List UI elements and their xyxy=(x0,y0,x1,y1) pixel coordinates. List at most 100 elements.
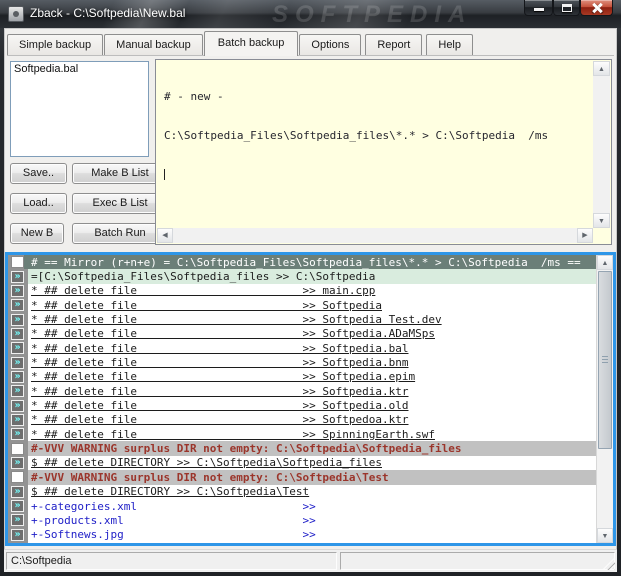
status-bar: C:\Softpedia xyxy=(4,549,617,572)
console-row[interactable]: » * ## delete file >> Softpedia.old xyxy=(8,398,596,412)
console-vertical-scrollbar[interactable]: ▲ ▼ xyxy=(596,255,613,543)
run-chevrons-icon: » xyxy=(11,485,24,498)
run-chevrons-icon: » xyxy=(11,428,24,441)
tab-help[interactable]: Help xyxy=(426,34,473,55)
tab-strip: Simple backup Manual backup Batch backup Op… xyxy=(7,31,614,56)
close-icon xyxy=(592,3,602,13)
run-chevrons-icon: » xyxy=(11,528,24,541)
tab-options[interactable]: Options xyxy=(299,34,362,55)
console-row-text: * ## delete file >> Softpedia.ktr xyxy=(31,384,409,398)
console-row[interactable]: » * ## delete file >> Softpedia xyxy=(8,298,596,312)
run-chevrons-icon: » xyxy=(11,500,24,513)
console-row-text: #-VVV WARNING surplus DIR not empty: C:\… xyxy=(31,442,462,456)
run-chevrons-icon: » xyxy=(11,342,24,355)
scrollbar-thumb[interactable] xyxy=(598,271,612,449)
maximize-button[interactable] xyxy=(553,0,580,16)
maximize-icon xyxy=(562,4,572,12)
new-b-button[interactable]: New B xyxy=(10,223,64,244)
batch-run-button[interactable]: Batch Run xyxy=(72,223,168,244)
blank-row-icon xyxy=(11,471,24,484)
console-row[interactable]: » * ## delete file >> Softpedia.ADaMSps xyxy=(8,327,596,341)
status-secondary xyxy=(340,552,615,570)
console-row-text: * ## delete file >> Softpedia.ADaMSps xyxy=(31,327,435,341)
console-row-text: * ## delete file >> Softpedia Test.dev xyxy=(31,313,442,327)
console-row-text: $ ## delete DIRECTORY >> C:\Softpedia\So… xyxy=(31,456,382,470)
console-row[interactable]: » =[C:\Softpedia_Files\Softpedia_files >… xyxy=(8,269,596,284)
blank-row-icon xyxy=(11,256,24,269)
memo-vertical-scrollbar[interactable]: ▲ ▼ xyxy=(593,61,610,228)
console-row-text: * ## delete file >> SpinningEarth.swf xyxy=(31,427,435,441)
console-row[interactable]: » * ## delete file >> Softpedia.epim xyxy=(8,370,596,384)
console-row[interactable]: » +-Softnews.jpg >> xyxy=(8,528,596,542)
console-row[interactable]: » * ## delete file >> SpinningEarth.swf xyxy=(8,427,596,441)
window-controls xyxy=(524,0,613,16)
blank-row-icon xyxy=(11,442,24,455)
make-b-list-button[interactable]: Make B List xyxy=(72,163,168,184)
console-row-text: * ## delete file >> Softpedia.bnm xyxy=(31,356,409,370)
run-chevrons-icon: » xyxy=(11,284,24,297)
script-line: C:\Softpedia_Files\Softpedia_files\*.* >… xyxy=(164,129,549,142)
run-chevrons-icon: » xyxy=(11,356,24,369)
console-row-text: $ ## delete DIRECTORY >> C:\Softpedia\Te… xyxy=(31,485,310,499)
console-row[interactable]: » * ## delete file >> Softpedia.bnm xyxy=(8,355,596,369)
script-line: # - new - xyxy=(164,90,224,103)
window-title: Zback - C:\Softpedia\New.bal xyxy=(30,6,186,20)
console-row[interactable]: » * ## delete file >> main.cpp xyxy=(8,284,596,298)
list-item[interactable]: Softpedia.bal xyxy=(11,62,148,76)
run-chevrons-icon: » xyxy=(11,385,24,398)
exec-b-list-button[interactable]: Exec B List xyxy=(72,193,168,214)
run-chevrons-icon: » xyxy=(11,514,24,527)
tab-manual-backup[interactable]: Manual backup xyxy=(104,34,203,55)
app-icon xyxy=(8,6,24,22)
console-row[interactable]: » $ ## delete DIRECTORY >> C:\Softpedia\… xyxy=(8,456,596,470)
console-row[interactable]: #-VVV WARNING surplus DIR not empty: C:\… xyxy=(8,441,596,456)
console-row[interactable]: » * ## delete file >> Softpedia.ktr xyxy=(8,384,596,398)
console-row-text: +-categories.xml >> xyxy=(31,499,316,513)
save-button[interactable]: Save.. xyxy=(10,163,67,184)
tab-batch-backup[interactable]: Batch backup xyxy=(203,31,299,56)
batch-log-console: # == Mirror (r+n+e) = C:\Softpedia_Files… xyxy=(5,252,616,546)
console-row[interactable]: » +-categories.xml >> xyxy=(8,499,596,513)
run-chevrons-icon: » xyxy=(11,299,24,312)
scroll-down-icon[interactable]: ▼ xyxy=(593,213,610,228)
scroll-right-icon[interactable]: ▶ xyxy=(577,228,593,243)
status-path: C:\Softpedia xyxy=(6,552,337,570)
batch-script-editor: # - new - C:\Softpedia_Files\Softpedia_f… xyxy=(155,59,612,245)
close-button[interactable] xyxy=(580,0,613,16)
console-row-text: * ## delete file >> Softpedia.bal xyxy=(31,341,409,355)
run-chevrons-icon: » xyxy=(11,313,24,326)
console-row[interactable]: » * ## delete file >> Softpedia.bal xyxy=(8,341,596,355)
scroll-up-icon[interactable]: ▲ xyxy=(597,255,613,270)
console-row[interactable]: # == Mirror (r+n+e) = C:\Softpedia_Files… xyxy=(8,255,596,270)
console-row[interactable]: » +-products.xml >> xyxy=(8,513,596,527)
memo-horizontal-scrollbar[interactable]: ◀ ▶ xyxy=(157,228,593,243)
scroll-down-icon[interactable]: ▼ xyxy=(597,528,613,543)
softpedia-watermark: SOFTPEDIA xyxy=(272,1,473,28)
scroll-left-icon[interactable]: ◀ xyxy=(157,228,173,243)
console-row[interactable]: » * ## delete file >> Softpedia Test.dev xyxy=(8,312,596,326)
run-chevrons-icon: » xyxy=(11,370,24,383)
console-row[interactable]: » * ## delete file >> Softpedoa.ktr xyxy=(8,413,596,427)
run-chevrons-icon: » xyxy=(11,327,24,340)
title-bar: Zback - C:\Softpedia\New.bal SOFTPEDIA xyxy=(0,0,621,28)
console-row-text: * ## delete file >> main.cpp xyxy=(31,284,376,298)
load-button[interactable]: Load.. xyxy=(10,193,67,214)
batch-file-list[interactable]: Softpedia.bal xyxy=(10,61,149,157)
text-caret xyxy=(164,169,165,180)
scroll-up-icon[interactable]: ▲ xyxy=(593,61,610,76)
console-rows: # == Mirror (r+n+e) = C:\Softpedia_Files… xyxy=(8,255,596,543)
console-row-text: =[C:\Softpedia_Files\Softpedia_files >> … xyxy=(31,270,376,284)
script-text[interactable]: # - new - C:\Softpedia_Files\Softpedia_f… xyxy=(157,61,593,228)
run-chevrons-icon: » xyxy=(11,399,24,412)
minimize-button[interactable] xyxy=(524,0,553,16)
tab-report[interactable]: Report xyxy=(365,34,423,55)
console-row-text: * ## delete file >> Softpedia.epim xyxy=(31,370,416,384)
console-row-text: * ## delete file >> Softpedoa.ktr xyxy=(31,413,409,427)
console-row[interactable]: » $ ## delete DIRECTORY >> C:\Softpedia\… xyxy=(8,485,596,499)
console-row-text: +-products.xml >> xyxy=(31,513,316,527)
tab-simple-backup[interactable]: Simple backup xyxy=(7,34,104,55)
console-row[interactable]: #-VVV WARNING surplus DIR not empty: C:\… xyxy=(8,470,596,485)
console-row-text: +-Softnews.jpg >> xyxy=(31,528,316,542)
client-area: Simple backup Manual backup Batch backup Op… xyxy=(4,28,617,572)
minimize-icon xyxy=(534,8,544,11)
